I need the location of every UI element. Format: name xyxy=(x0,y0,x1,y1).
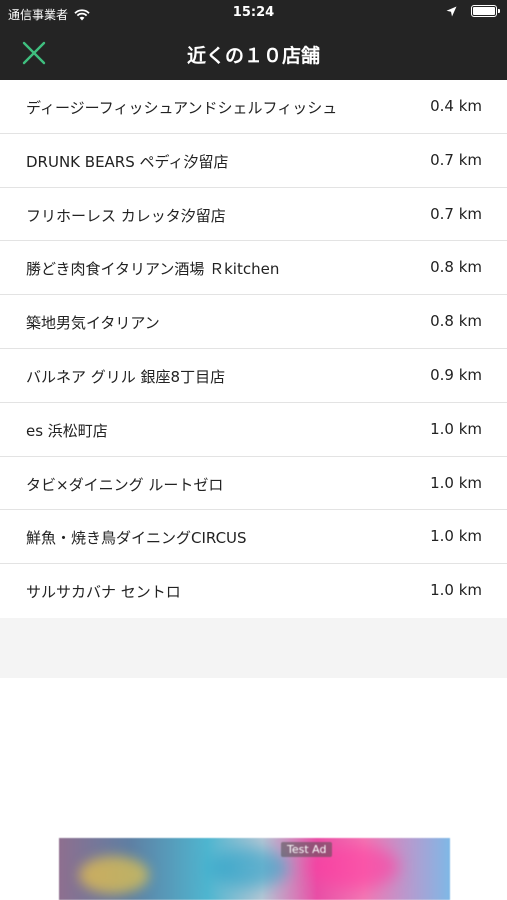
list-item[interactable]: es 浜松町店 1.0 km xyxy=(0,402,507,457)
list-item[interactable]: ディージーフィッシュアンドシェルフィッシュ 0.4 km xyxy=(0,80,507,134)
location-arrow-icon xyxy=(446,6,457,16)
nav-bar: 近くの１０店舗 xyxy=(0,26,507,80)
store-name: 勝どき肉食イタリアン酒場 Ｒkitchen xyxy=(26,260,280,279)
store-name: タビ×ダイニング ルートゼロ xyxy=(26,475,224,494)
top-bar: 通信事業者 15:24 近くの１０店舗 xyxy=(0,0,507,80)
list-item[interactable]: DRUNK BEARS ペディ汐留店 0.7 km xyxy=(0,133,507,188)
list-item[interactable]: バルネア グリル 銀座8丁目店 0.9 km xyxy=(0,348,507,403)
store-distance: 0.8 km xyxy=(430,258,482,277)
list-item[interactable]: 築地男気イタリアン 0.8 km xyxy=(0,295,507,349)
ad-art xyxy=(209,848,289,888)
store-name: es 浜松町店 xyxy=(26,421,108,440)
list-item[interactable]: 勝どき肉食イタリアン酒場 Ｒkitchen 0.8 km xyxy=(0,241,507,296)
store-name: サルサカバナ セントロ xyxy=(26,583,181,602)
ad-banner[interactable]: Test Ad xyxy=(59,838,450,900)
list-item[interactable]: タビ×ダイニング ルートゼロ 1.0 km xyxy=(0,456,507,511)
store-distance: 0.8 km xyxy=(430,312,482,331)
store-distance: 0.4 km xyxy=(430,97,482,115)
store-distance: 1.0 km xyxy=(430,527,482,546)
status-time: 15:24 xyxy=(232,5,275,20)
store-distance: 1.0 km xyxy=(430,581,482,600)
page-title: 近くの１０店舗 xyxy=(186,45,320,67)
store-name: 築地男気イタリアン xyxy=(26,314,160,333)
store-distance: 0.9 km xyxy=(430,365,482,384)
store-list: ディージーフィッシュアンドシェルフィッシュ 0.4 km DRUNK BEARS… xyxy=(0,80,507,618)
store-distance: 1.0 km xyxy=(430,473,482,492)
status-right xyxy=(446,5,500,17)
ad-label: Test Ad xyxy=(281,842,333,857)
list-item[interactable]: 鮮魚・焼き鳥ダイニングCIRCUS 1.0 km xyxy=(0,510,507,565)
status-bar: 通信事業者 15:24 xyxy=(0,0,507,26)
store-distance: 0.7 km xyxy=(430,204,482,223)
store-name: DRUNK BEARS ペディ汐留店 xyxy=(26,152,229,171)
store-name: フリホーレス カレッタ汐留店 xyxy=(26,206,226,225)
list-item[interactable]: フリホーレス カレッタ汐留店 0.7 km xyxy=(0,187,507,242)
list-footer-spacer xyxy=(0,618,507,678)
store-name: バルネア グリル 銀座8丁目店 xyxy=(26,367,226,386)
battery-icon xyxy=(471,5,500,17)
store-distance: 0.7 km xyxy=(430,150,482,169)
ad-art xyxy=(79,856,149,894)
store-name: ディージーフィッシュアンドシェルフィッシュ xyxy=(26,99,338,117)
store-name: 鮮魚・焼き鳥ダイニングCIRCUS xyxy=(26,529,247,548)
store-distance: 1.0 km xyxy=(430,419,482,438)
list-item[interactable]: サルサカバナ セントロ 1.0 km xyxy=(0,564,507,618)
